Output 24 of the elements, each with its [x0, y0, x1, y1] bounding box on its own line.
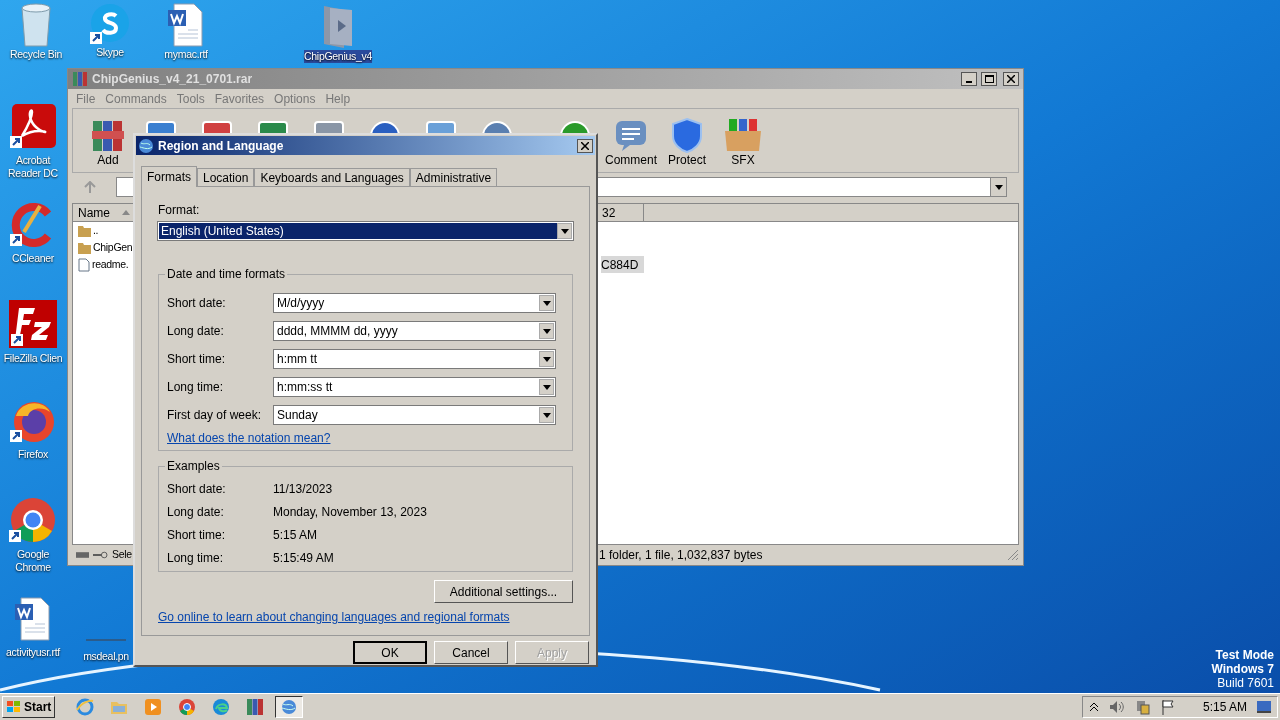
window-title: ChipGenius_v4_21_0701.rar [92, 71, 254, 88]
group-title: Examples [165, 459, 222, 473]
field-label: Format: [158, 202, 201, 219]
example-value: Monday, November 13, 2023 [273, 503, 427, 521]
field-label: First day of week: [166, 407, 263, 424]
crc-cell: C884D [601, 256, 644, 273]
example-label: Long time: [166, 549, 225, 567]
system-watermark-text: Test Mode [1215, 648, 1274, 662]
system-watermark-text: Build 7601 [1217, 676, 1274, 690]
example-label: Short date: [166, 480, 227, 498]
field-label: Long time: [166, 379, 225, 396]
example-value: 11/13/2023 [273, 480, 333, 498]
example-value: 5:15:49 AM [273, 549, 334, 567]
status-text: 1 folder, 1 file, 1,032,837 bytes [599, 546, 764, 564]
system-watermark-text: Windows 7 [1211, 662, 1274, 676]
status-text: Sele [112, 546, 132, 562]
example-label: Short time: [166, 526, 227, 544]
field-label: Long date: [166, 323, 225, 340]
dialog-title: Region and Language [158, 137, 285, 155]
example-value: 5:15 AM [273, 526, 318, 544]
field-label: Short date: [166, 295, 227, 312]
field-label: Short time: [166, 351, 227, 368]
example-label: Long date: [166, 503, 225, 521]
group-title: Date and time formats [165, 267, 288, 281]
